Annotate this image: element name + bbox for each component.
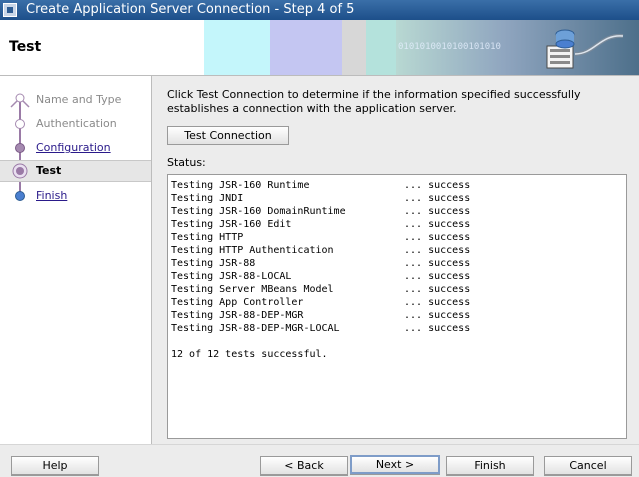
status-label: Status:	[167, 156, 206, 169]
server-connection-icon	[546, 29, 624, 69]
step-done-icon	[15, 119, 25, 129]
status-test-result: ... success	[404, 323, 471, 334]
status-test-result: ... success	[404, 193, 471, 204]
page-title: Test	[9, 39, 42, 55]
status-row: Testing HTTP Authentication ... success	[171, 244, 626, 257]
status-row: Testing JSR-160 Edit ... success	[171, 218, 626, 231]
status-test-result: ... success	[404, 245, 471, 256]
cancel-button[interactable]: Cancel	[544, 456, 632, 475]
status-row: Testing App Controller ... success	[171, 296, 626, 309]
status-test-name: Testing JSR-88	[171, 258, 256, 269]
status-test-result: ... success	[404, 271, 471, 282]
header-decoration-text: 0101010010100101010	[398, 42, 501, 52]
status-summary: 12 of 12 tests successful.	[171, 349, 328, 360]
status-test-name: Testing JSR-160 Edit	[171, 219, 292, 230]
status-test-result: ... success	[404, 232, 471, 243]
window-title: Create Application Server Connection - S…	[26, 2, 355, 17]
nav-step-label: Name and Type	[36, 93, 122, 106]
status-test-result: ... success	[404, 219, 471, 230]
window-menu-icon[interactable]	[3, 3, 17, 17]
status-test-result: ... success	[404, 310, 471, 321]
help-button[interactable]: Help	[11, 456, 99, 475]
title-bar: Create Application Server Connection - S…	[0, 0, 639, 20]
status-test-name: Testing HTTP	[171, 232, 244, 243]
nav-step-label: Finish	[36, 189, 68, 202]
nav-step-name-and-type[interactable]: Name and Type	[0, 89, 151, 111]
next-button[interactable]: Next >	[350, 455, 440, 474]
status-row: Testing HTTP ... success	[171, 231, 626, 244]
back-button[interactable]: < Back	[260, 456, 348, 475]
status-row: Testing JSR-88-DEP-MGR ... success	[171, 309, 626, 322]
status-test-name: Testing JSR-160 DomainRuntime	[171, 206, 346, 217]
finish-button[interactable]: Finish	[446, 456, 534, 475]
main-panel: Click Test Connection to determine if th…	[152, 76, 639, 444]
footer-separator	[0, 444, 639, 445]
status-test-name: Testing HTTP Authentication	[171, 245, 334, 256]
status-row: Testing JNDI ... success	[171, 192, 626, 205]
status-test-result: ... success	[404, 297, 471, 308]
status-test-result: ... success	[404, 206, 471, 217]
status-test-name: Testing JSR-88-DEP-MGR-LOCAL	[171, 323, 340, 334]
nav-step-label: Configuration	[36, 141, 111, 154]
nav-step-label: Test	[36, 164, 62, 177]
status-test-result: ... success	[404, 258, 471, 269]
wizard-header: Test 0101010010100101010	[0, 20, 639, 76]
status-row: Testing JSR-88-DEP-MGR-LOCAL ... success	[171, 322, 626, 335]
status-test-result: ... success	[404, 284, 471, 295]
status-row: Testing JSR-160 Runtime ... success	[171, 179, 626, 192]
test-connection-button[interactable]: Test Connection	[167, 126, 289, 145]
status-test-name: Testing JSR-160 Runtime	[171, 180, 310, 191]
status-row: Testing JSR-160 DomainRuntime ... success	[171, 205, 626, 218]
nav-step-finish[interactable]: Finish	[0, 185, 151, 207]
step-next-icon	[15, 191, 25, 201]
status-row: Testing JSR-88-LOCAL ... success	[171, 270, 626, 283]
nav-step-authentication[interactable]: Authentication	[0, 113, 151, 135]
nav-step-test[interactable]: Test	[0, 160, 151, 182]
step-current-icon	[12, 163, 28, 179]
nav-step-configuration[interactable]: Configuration	[0, 137, 151, 159]
status-test-name: Testing App Controller	[171, 297, 304, 308]
status-row: Testing Server MBeans Model ... success	[171, 283, 626, 296]
status-test-result: ... success	[404, 180, 471, 191]
step-done-icon	[10, 93, 30, 108]
status-test-name: Testing JSR-88-DEP-MGR	[171, 310, 304, 321]
nav-step-label: Authentication	[36, 117, 117, 130]
wizard-step-nav: Name and Type Authentication Configurati…	[0, 76, 152, 444]
status-test-name: Testing Server MBeans Model	[171, 284, 334, 295]
status-test-name: Testing JNDI	[171, 193, 244, 204]
status-test-name: Testing JSR-88-LOCAL	[171, 271, 292, 282]
instructions-text: Click Test Connection to determine if th…	[167, 88, 581, 115]
status-output[interactable]: Testing JSR-160 Runtime... success Testin…	[167, 174, 627, 439]
status-row: Testing JSR-88 ... success	[171, 257, 626, 270]
step-visited-icon	[15, 143, 25, 153]
